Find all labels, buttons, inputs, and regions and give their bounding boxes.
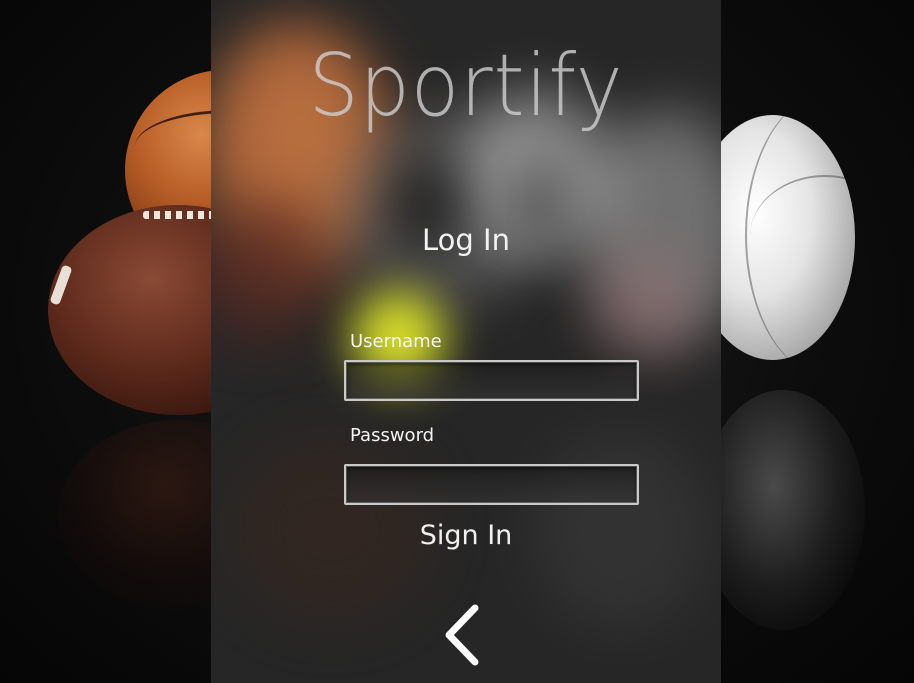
- app-title: Sportify: [308, 36, 624, 136]
- back-button[interactable]: [437, 600, 497, 670]
- password-field-frame: [344, 464, 639, 505]
- volleyball-reflection: [700, 390, 865, 630]
- username-field-frame: [344, 360, 639, 401]
- sign-in-button[interactable]: Sign In: [211, 518, 721, 553]
- sign-in-label: Sign In: [419, 520, 513, 551]
- username-input[interactable]: [346, 362, 637, 399]
- password-label: Password: [350, 425, 435, 446]
- login-heading: Log In: [422, 223, 510, 257]
- login-panel: Sportify Log In Username Password Sign I…: [211, 0, 721, 683]
- username-label: Username: [350, 331, 442, 352]
- password-input[interactable]: [346, 466, 637, 503]
- chevron-left-icon: [445, 604, 479, 666]
